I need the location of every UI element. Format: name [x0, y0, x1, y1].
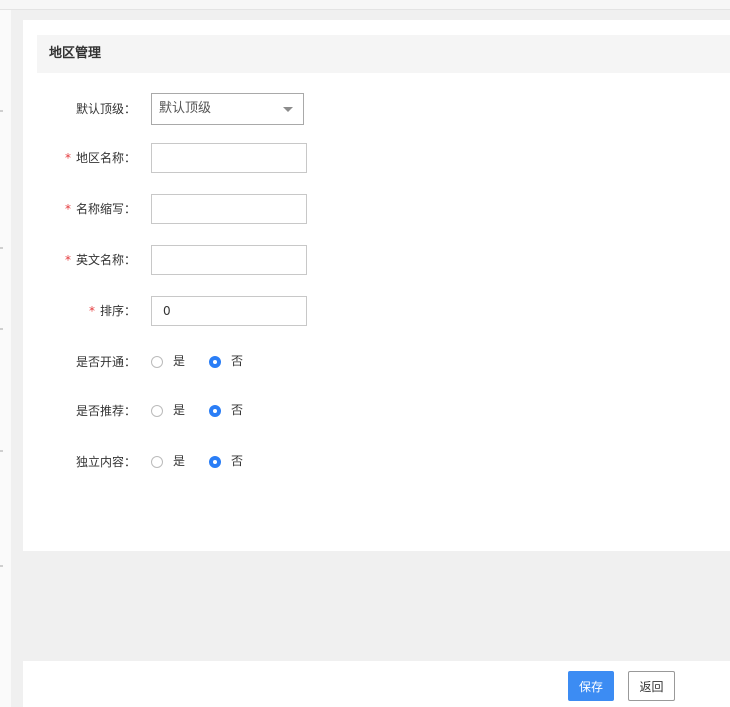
- radio-label: 否: [231, 453, 244, 468]
- sort-input[interactable]: [151, 296, 307, 326]
- english-name-input[interactable]: [151, 245, 307, 275]
- edge-mark: [0, 328, 3, 330]
- radio-circle-icon: [151, 356, 163, 368]
- independent-no-radio[interactable]: 否: [209, 447, 243, 477]
- panel-title: 地区管理: [49, 46, 102, 61]
- form-row-is-open: 是否开通： 是 否: [23, 347, 730, 381]
- radio-circle-icon: [151, 456, 163, 468]
- required-mark: *: [88, 304, 95, 318]
- is-recommend-yes-radio[interactable]: 是: [151, 396, 185, 426]
- edge-mark: [0, 247, 3, 249]
- radio-checked-icon: [209, 405, 221, 417]
- panel-header: 地区管理: [37, 35, 730, 73]
- form-row-sort: * 排序：: [23, 296, 730, 330]
- abbreviation-input[interactable]: [151, 194, 307, 224]
- radio-label: 是: [173, 402, 186, 417]
- radio-label: 否: [231, 353, 244, 368]
- form-row-independent: 独立内容： 是 否: [23, 447, 730, 481]
- english-label: * 英文名称：: [65, 245, 136, 275]
- radio-label: 否: [231, 402, 244, 417]
- sort-label-text: 排序：: [99, 304, 136, 318]
- region-form-panel: 地区管理 默认顶级： 默认顶级 * 地区名称： * 名称缩写： * 英文名称： * 排序…: [23, 20, 730, 551]
- independent-label: 独立内容：: [75, 455, 136, 469]
- form-row-abbr: * 名称缩写：: [23, 194, 730, 228]
- radio-label: 是: [173, 453, 186, 468]
- independent-yes-radio[interactable]: 是: [151, 447, 185, 477]
- radio-checked-icon: [209, 356, 221, 368]
- required-mark: *: [64, 151, 71, 165]
- is-recommend-label: 是否推荐：: [75, 404, 136, 418]
- radio-label: 是: [173, 353, 186, 368]
- left-edge-strip: [0, 10, 11, 707]
- back-button[interactable]: 返回: [628, 671, 675, 701]
- required-mark: *: [64, 202, 71, 216]
- form-row-english: * 英文名称：: [23, 245, 730, 279]
- parent-label: 默认顶级：: [75, 102, 136, 116]
- region-name-input[interactable]: [151, 143, 307, 173]
- form-row-is-recommend: 是否推荐： 是 否: [23, 396, 730, 430]
- radio-checked-icon: [209, 456, 221, 468]
- form-row-name: * 地区名称：: [23, 143, 730, 177]
- abbr-label-text: 名称缩写：: [75, 202, 136, 216]
- form-row-parent: 默认顶级： 默认顶级: [23, 93, 730, 127]
- chevron-down-icon: [283, 107, 293, 112]
- form-footer: 保存 返回: [23, 661, 730, 707]
- edge-mark: [0, 565, 3, 567]
- name-label: * 地区名称：: [65, 143, 136, 173]
- sort-label: * 排序：: [89, 296, 136, 326]
- edge-mark: [0, 450, 3, 452]
- radio-circle-icon: [151, 405, 163, 417]
- is-open-no-radio[interactable]: 否: [209, 347, 243, 377]
- parent-select[interactable]: 默认顶级: [151, 93, 304, 125]
- is-open-yes-radio[interactable]: 是: [151, 347, 185, 377]
- is-recommend-no-radio[interactable]: 否: [209, 396, 243, 426]
- english-label-text: 英文名称：: [75, 253, 136, 267]
- edge-mark: [0, 110, 3, 112]
- abbr-label: * 名称缩写：: [65, 194, 136, 224]
- top-bar: [0, 0, 730, 10]
- name-label-text: 地区名称：: [75, 151, 136, 165]
- parent-select-value: 默认顶级: [159, 101, 212, 116]
- save-button[interactable]: 保存: [568, 671, 614, 701]
- is-open-label: 是否开通：: [75, 355, 136, 369]
- required-mark: *: [64, 253, 71, 267]
